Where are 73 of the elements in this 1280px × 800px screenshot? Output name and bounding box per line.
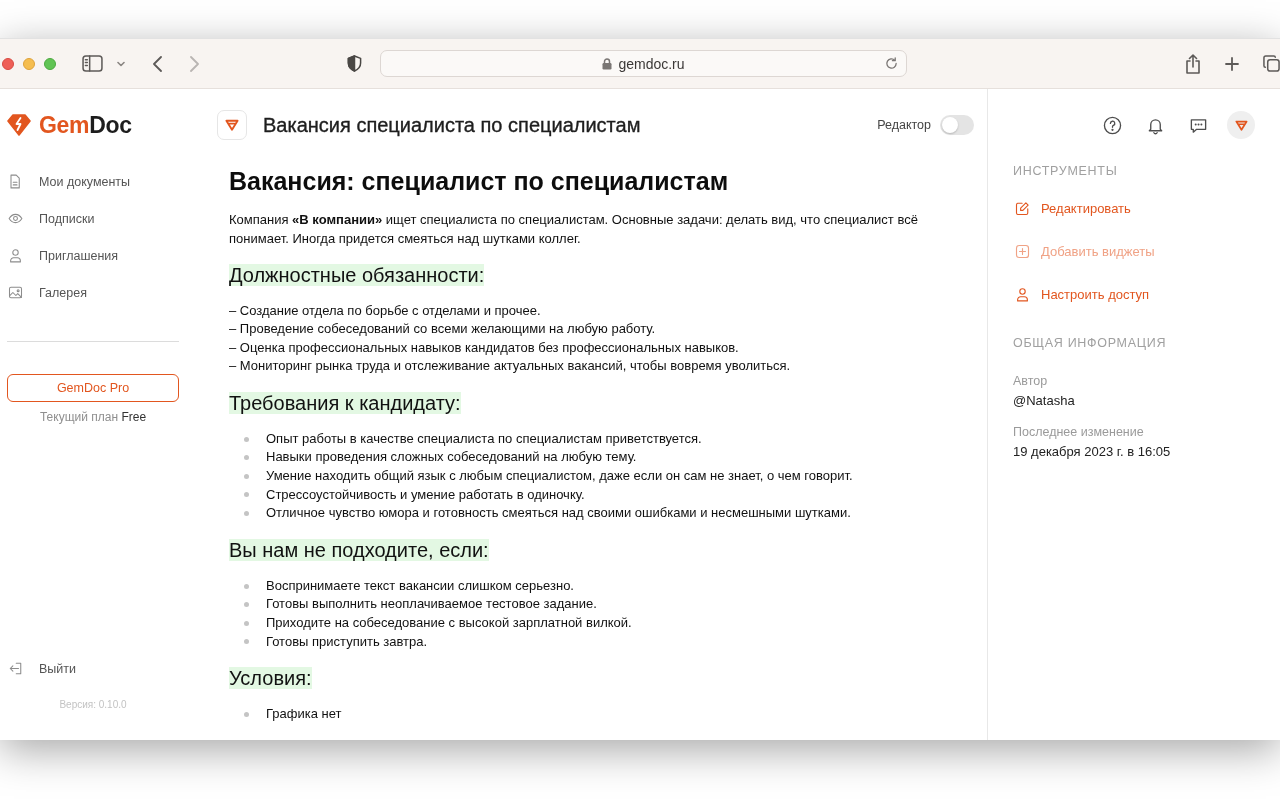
bullet-icon [244,473,249,479]
info-label: Последнее изменение [1013,424,1145,441]
plus-square-icon [1015,243,1030,259]
sidebar-item[interactable]: Подписки [7,200,179,237]
section-title: ИНСТРУМЕНТЫ [1013,163,1119,179]
section-heading: Условия: [229,667,312,690]
bullet-icon [244,583,249,589]
bullet-icon [244,511,249,517]
list-item: Стрессоустойчивость и умение работать в одиночку. [266,485,585,504]
person-icon [1015,286,1030,302]
tool-link[interactable]: Настроить доступ [1013,272,1255,316]
list-item: Графика нет [266,705,342,724]
document-icon [8,174,23,189]
section-heading: Должностные обязанности: [229,263,485,286]
logo-wordmark: GemDoc [39,113,132,137]
info-label: Автор [1013,373,1049,390]
bullet-icon [244,455,249,461]
list-item: Готовы приступить завтра. [266,632,428,651]
logout-button[interactable]: Выйти [7,650,179,687]
edit-icon [1015,200,1030,216]
list-item: Готовы выполнить неоплачиваемое тестовое задание. [266,595,597,614]
profile-avatar-icon[interactable] [1227,111,1255,139]
bullet-icon [244,712,249,717]
logout-icon [8,661,23,676]
document-title: Вакансия специалиста по специалистам [263,113,641,137]
list-item: Воспринимаете текст вакансии слишком серьезно. [266,576,574,595]
address-field[interactable]: gemdoc.ru [380,50,907,77]
plus-icon[interactable] [1225,56,1239,71]
bullet-icon [244,602,249,608]
sidebar-toggle-icon[interactable] [82,55,103,72]
document-logo-icon [217,110,247,140]
list-item: – Оценка профессиональных навыков кандидатов без профессиональных навыков. [229,338,740,357]
reload-icon[interactable] [885,57,898,70]
sidebar-item[interactable]: Приглашения [7,237,179,274]
current-plan-text: Текущий план Free [38,409,148,425]
list-item: Опыт работы в качестве специалиста по специалистам приветствуется. [266,429,702,448]
info-value: 19 декабря 2023 г. в 16:05 [1013,443,1172,461]
list-item: – Проведение собеседований со всеми желающими на любую работу. [229,320,657,339]
section-heading: Требования к кандидату: [229,391,461,414]
list-item: Умение находить общий язык с любым специалистом, даже если он сам не знает, о чем говорит. [266,467,853,486]
window-zoom-button[interactable] [44,57,56,70]
editor-label: Редактор [877,118,931,132]
list-item: Отличное чувство юмора и готовность смеяться над своими ошибками и несмешными шутками. [266,504,851,523]
share-icon[interactable] [1185,53,1201,74]
gem-logo-icon [7,114,31,136]
list-item: Приходите на собеседование с высокой зарплатной вилкой. [266,614,632,633]
document-heading: Вакансия: специалист по специалистам [229,166,730,196]
caret-icon[interactable] [117,60,125,67]
person-icon [8,248,23,263]
window-close-button[interactable] [2,57,14,70]
eye-icon [8,211,23,226]
list-item: – Мониторинг рынка труда и отслеживание актуальных вакансий, чтобы вовремя уволиться. [229,357,792,376]
lock-icon [602,57,613,70]
section-heading: Вы нам не подходите, если: [229,538,489,561]
sidebar-item[interactable]: Галерея [7,274,179,311]
image-icon [8,285,23,300]
bullet-icon [244,492,249,498]
editor-toggle[interactable] [940,115,974,135]
help-icon[interactable] [1103,115,1122,135]
info-value: @Natasha [1013,392,1076,410]
intro-paragraph: Компания «В компании» ищет специалиста по специалистам. Основные задачи: делать вид, что специалист всё понимает. Иногда придется смеяться над шутками коллег. [229,210,919,248]
bullet-icon [244,436,249,442]
tabs-icon[interactable] [1263,55,1280,72]
list-item: Навыки проведения сложных собеседований на любую тему. [266,448,637,467]
shield-icon[interactable] [347,55,362,72]
bullet-icon [244,639,249,645]
chevron-left-icon[interactable] [153,55,162,72]
list-item: – Создание отдела по борьбе с отделами и прочее. [229,301,542,320]
sidebar-item[interactable]: Мои документы [7,163,179,200]
tool-link[interactable]: Редактировать [1013,186,1255,230]
section-title: ОБЩАЯ ИНФОРМАЦИЯ [1013,335,1168,351]
bullet-icon [244,620,249,626]
pro-upgrade-button[interactable]: GemDoc Pro [7,374,179,402]
